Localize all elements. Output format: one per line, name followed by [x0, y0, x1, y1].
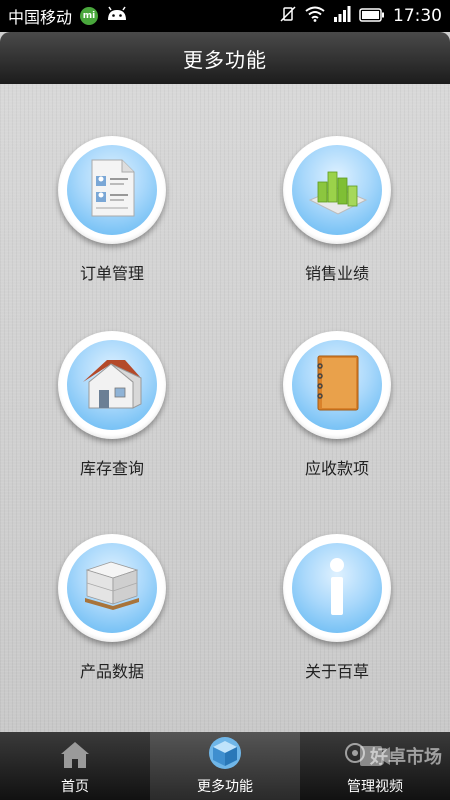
battery-icon — [359, 7, 385, 26]
nav-more-functions[interactable]: 更多功能 — [150, 732, 300, 800]
nav-label: 管理视频 — [347, 779, 403, 795]
title-bar: 更多功能 — [0, 32, 450, 84]
nav-label: 更多功能 — [197, 779, 253, 795]
carrier-name: 中国移动 — [8, 8, 73, 27]
watermark-text: 好卓市场 — [370, 746, 442, 768]
pallet-boxes-icon — [79, 556, 145, 620]
feature-grid: 订单管理 销售业绩 库存查询 应收款项 产品数据 关于百草 — [0, 84, 450, 732]
tile-label: 库存查询 — [79, 459, 144, 478]
tile-icon-ring — [58, 534, 166, 642]
tile-icon-ring — [283, 331, 391, 439]
tile-inventory-query[interactable]: 库存查询 — [37, 331, 187, 491]
tile-label: 关于百草 — [304, 662, 369, 681]
order-document-icon — [82, 156, 142, 224]
tile-icon-disc — [292, 340, 382, 430]
status-left: 中国移动 mi — [8, 4, 128, 28]
tile-icon-ring — [58, 331, 166, 439]
tile-icon-disc — [67, 340, 157, 430]
tile-label: 应收款项 — [304, 459, 369, 478]
nav-label: 首页 — [61, 779, 89, 795]
vibrate-off-icon — [279, 5, 297, 27]
android-icon — [106, 6, 128, 26]
tile-sales-performance[interactable]: 销售业绩 — [262, 136, 412, 296]
notebook-icon — [310, 352, 364, 418]
nav-management-video[interactable]: 管理视频 好卓市场 — [300, 732, 450, 800]
tile-icon-disc — [67, 145, 157, 235]
info-icon — [317, 553, 357, 623]
tile-icon-ring — [58, 136, 166, 244]
wifi-icon — [305, 6, 325, 26]
tile-order-management[interactable]: 订单管理 — [37, 136, 187, 296]
tile-icon-disc — [292, 543, 382, 633]
tile-about[interactable]: 关于百草 — [262, 534, 412, 694]
tile-label: 产品数据 — [79, 662, 144, 681]
home-icon — [59, 740, 91, 774]
clock: 17:30 — [393, 6, 442, 26]
page-title: 更多功能 — [183, 47, 267, 72]
tile-product-data[interactable]: 产品数据 — [37, 534, 187, 694]
status-bar: 中国移动 mi 17:30 — [0, 0, 450, 32]
house-icon — [79, 354, 145, 416]
tile-label: 销售业绩 — [304, 264, 369, 283]
status-right: 17:30 — [279, 5, 442, 27]
cube-icon — [208, 736, 242, 774]
tile-label: 订单管理 — [79, 264, 144, 283]
bottom-nav: 首页 更多功能 管理视频 好卓市场 — [0, 732, 450, 800]
tile-icon-ring — [283, 534, 391, 642]
tile-icon-ring — [283, 136, 391, 244]
watermark: 好卓市场 — [344, 742, 442, 769]
mi-icon: mi — [80, 7, 99, 25]
nav-home[interactable]: 首页 — [0, 732, 150, 800]
watermark-logo-icon — [344, 742, 366, 769]
signal-icon — [333, 6, 351, 26]
tile-accounts-receivable[interactable]: 应收款项 — [262, 331, 412, 491]
tile-icon-disc — [292, 145, 382, 235]
bar-chart-icon — [304, 158, 370, 222]
tile-icon-disc — [67, 543, 157, 633]
